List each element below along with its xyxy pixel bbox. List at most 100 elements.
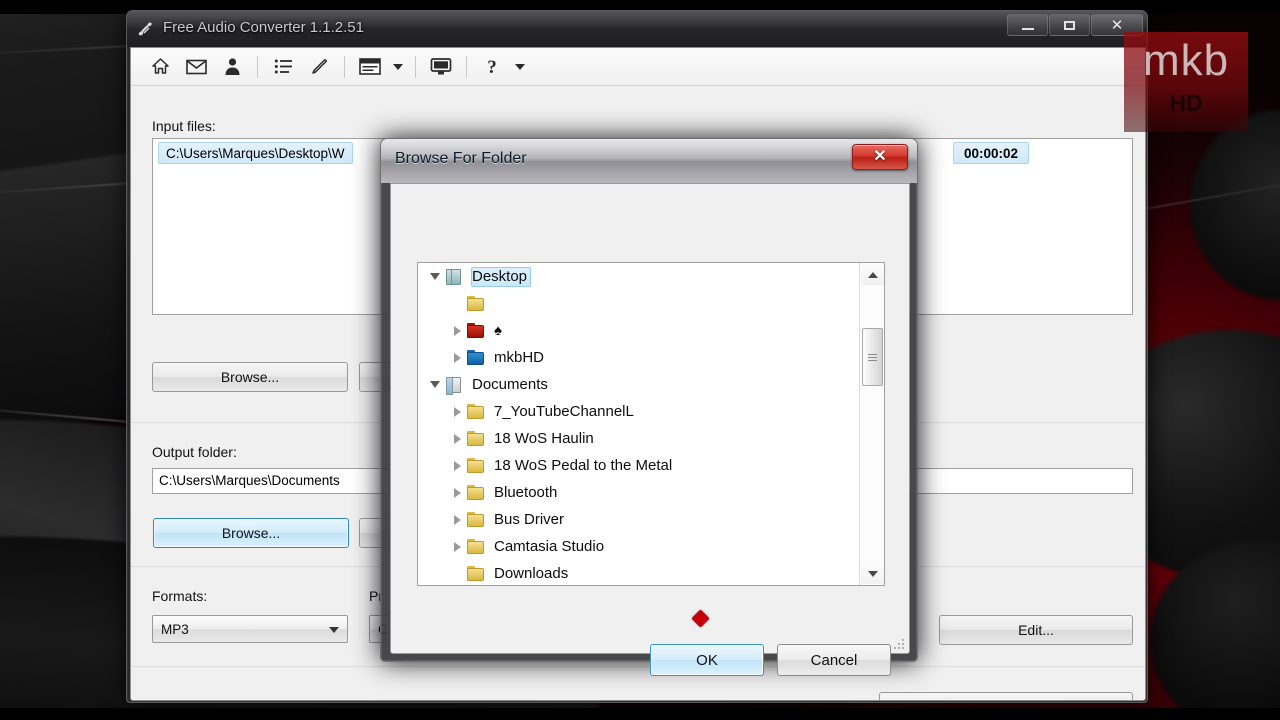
tree-item[interactable]: 18 WoS Haulin xyxy=(418,425,858,452)
toolbar-separator xyxy=(466,55,467,78)
close-button[interactable]: ✕ xyxy=(1091,14,1143,36)
tree-item-label: Bluetooth xyxy=(494,483,558,501)
tree-item[interactable]: mkbHD xyxy=(418,344,858,371)
chevron-down-icon[interactable] xyxy=(389,52,407,82)
edit-button[interactable]: Edit... xyxy=(939,615,1133,645)
monitor-icon[interactable] xyxy=(424,52,458,82)
dialog-body: Desktop ♠ mkbHD Documents 7_YouTubeChannelL 1… xyxy=(390,183,910,676)
audio-note-icon xyxy=(137,20,155,38)
folder-yellow-icon xyxy=(466,457,486,475)
input-files-label: Input files: xyxy=(152,118,216,134)
tree-item[interactable]: Bluetooth xyxy=(418,479,858,506)
expand-arrow-icon[interactable] xyxy=(448,425,466,452)
expand-arrow-icon[interactable] xyxy=(448,452,466,479)
scroll-up-button[interactable] xyxy=(861,264,884,285)
tree-item-label: 18 WoS Pedal to the Metal xyxy=(494,456,673,474)
section-divider xyxy=(131,666,1145,667)
file-duration-cell: 00:00:02 xyxy=(953,142,1030,164)
list-icon[interactable] xyxy=(266,52,300,82)
tree-item-label: Downloads xyxy=(494,564,569,582)
desktop-icon xyxy=(444,268,464,286)
dialog-close-button[interactable]: ✕ xyxy=(852,144,908,170)
convert-button[interactable]: Convert xyxy=(879,692,1133,700)
resize-grip-icon[interactable] xyxy=(892,637,904,649)
scrollbar-grip-icon xyxy=(868,353,877,361)
tree-item-label: mkbHD xyxy=(494,348,545,366)
maximize-button[interactable] xyxy=(1049,14,1090,36)
desktop-background: Free Audio Converter 1.1.2.51 ✕ ? Input … xyxy=(0,0,1280,720)
browse-input-button[interactable]: Browse... xyxy=(152,362,348,392)
window-icon[interactable] xyxy=(353,52,387,82)
browse-output-button[interactable]: Browse... xyxy=(153,518,349,548)
dialog-title: Browse For Folder xyxy=(395,150,527,167)
pencil-icon[interactable] xyxy=(302,52,336,82)
folder-yellow-icon xyxy=(466,538,486,556)
toolbar-separator xyxy=(257,55,258,78)
expand-arrow-icon[interactable] xyxy=(448,533,466,560)
window-controls: ✕ xyxy=(1007,14,1143,36)
collapse-arrow-icon[interactable] xyxy=(426,263,444,290)
tree-item[interactable]: Desktop xyxy=(418,263,858,290)
toolbar: ? xyxy=(131,48,1145,86)
folder-blue-icon xyxy=(466,349,486,367)
folder-yellow-icon xyxy=(466,565,486,583)
browse-for-folder-dialog: Browse For Folder ✕ Desktop ♠ mkbHD Documen… xyxy=(380,138,918,676)
folder-yellow-icon xyxy=(466,295,486,313)
tree-item[interactable]: Bus Driver xyxy=(418,506,858,533)
dialog-title-bar[interactable]: Browse For Folder ✕ xyxy=(381,139,917,183)
tree-item[interactable]: Downloads xyxy=(418,560,858,585)
documents-icon xyxy=(444,376,464,395)
expand-arrow-icon[interactable] xyxy=(448,344,466,371)
formats-label: Formats: xyxy=(152,588,208,604)
tree-item[interactable]: 18 WoS Pedal to the Metal xyxy=(418,452,858,479)
tree-item-label: 7_YouTubeChannelL xyxy=(494,402,634,420)
tree-item[interactable]: Camtasia Studio xyxy=(418,533,858,560)
scroll-down-button[interactable] xyxy=(861,563,884,584)
chevron-down-icon xyxy=(329,627,339,633)
folder-tree[interactable]: Desktop ♠ mkbHD Documents 7_YouTubeChannelL 1… xyxy=(417,262,885,586)
scrollbar-thumb[interactable] xyxy=(862,328,883,386)
format-select-value: MP3 xyxy=(161,621,189,637)
tree-item[interactable]: 7_YouTubeChannelL xyxy=(418,398,858,425)
user-icon[interactable] xyxy=(215,52,249,82)
expand-arrow-icon[interactable] xyxy=(448,506,466,533)
cancel-button[interactable]: Cancel xyxy=(777,644,891,676)
screen-letterbox-bottom xyxy=(0,708,1280,720)
toolbar-separator xyxy=(415,55,416,78)
minimize-button[interactable] xyxy=(1007,14,1048,36)
expand-arrow-icon[interactable] xyxy=(448,317,466,344)
title-bar[interactable]: Free Audio Converter 1.1.2.51 ✕ xyxy=(127,11,1147,47)
folder-yellow-icon xyxy=(466,403,486,421)
help-icon[interactable]: ? xyxy=(475,52,509,82)
home-icon[interactable] xyxy=(143,52,177,82)
folder-yellow-icon xyxy=(466,484,486,502)
folder-tree-items: Desktop ♠ mkbHD Documents 7_YouTubeChannelL 1… xyxy=(418,263,858,585)
tree-item-label: Documents xyxy=(472,375,548,393)
collapse-arrow-icon[interactable] xyxy=(426,371,444,398)
mail-icon[interactable] xyxy=(179,52,213,82)
ok-button[interactable]: OK xyxy=(650,644,764,676)
tree-item[interactable]: Documents xyxy=(418,371,858,398)
tree-scrollbar[interactable] xyxy=(859,263,884,585)
tree-item[interactable]: ♠ xyxy=(418,317,858,344)
toolbar-separator xyxy=(344,55,345,78)
expand-arrow-icon[interactable] xyxy=(448,398,466,425)
close-icon: ✕ xyxy=(873,148,887,165)
file-path-cell[interactable]: C:\Users\Marques\Desktop\W xyxy=(158,142,353,164)
tree-item-label: Desktop xyxy=(471,266,532,287)
folder-red-icon xyxy=(466,322,486,340)
chevron-down-icon[interactable] xyxy=(511,52,529,82)
folder-yellow-icon xyxy=(466,511,486,529)
expand-arrow-icon[interactable] xyxy=(448,479,466,506)
tree-item-label: ♠ xyxy=(494,321,502,339)
tree-item[interactable] xyxy=(418,290,858,317)
tree-item-label xyxy=(493,302,498,305)
folder-yellow-icon xyxy=(466,430,486,448)
tree-item-label: Camtasia Studio xyxy=(494,537,605,555)
tree-item-label: 18 WoS Haulin xyxy=(494,429,594,447)
app-title: Free Audio Converter 1.1.2.51 xyxy=(163,19,364,36)
format-select[interactable]: MP3 xyxy=(152,615,348,643)
output-folder-label: Output folder: xyxy=(152,444,237,460)
tree-item-label: Bus Driver xyxy=(494,510,565,528)
